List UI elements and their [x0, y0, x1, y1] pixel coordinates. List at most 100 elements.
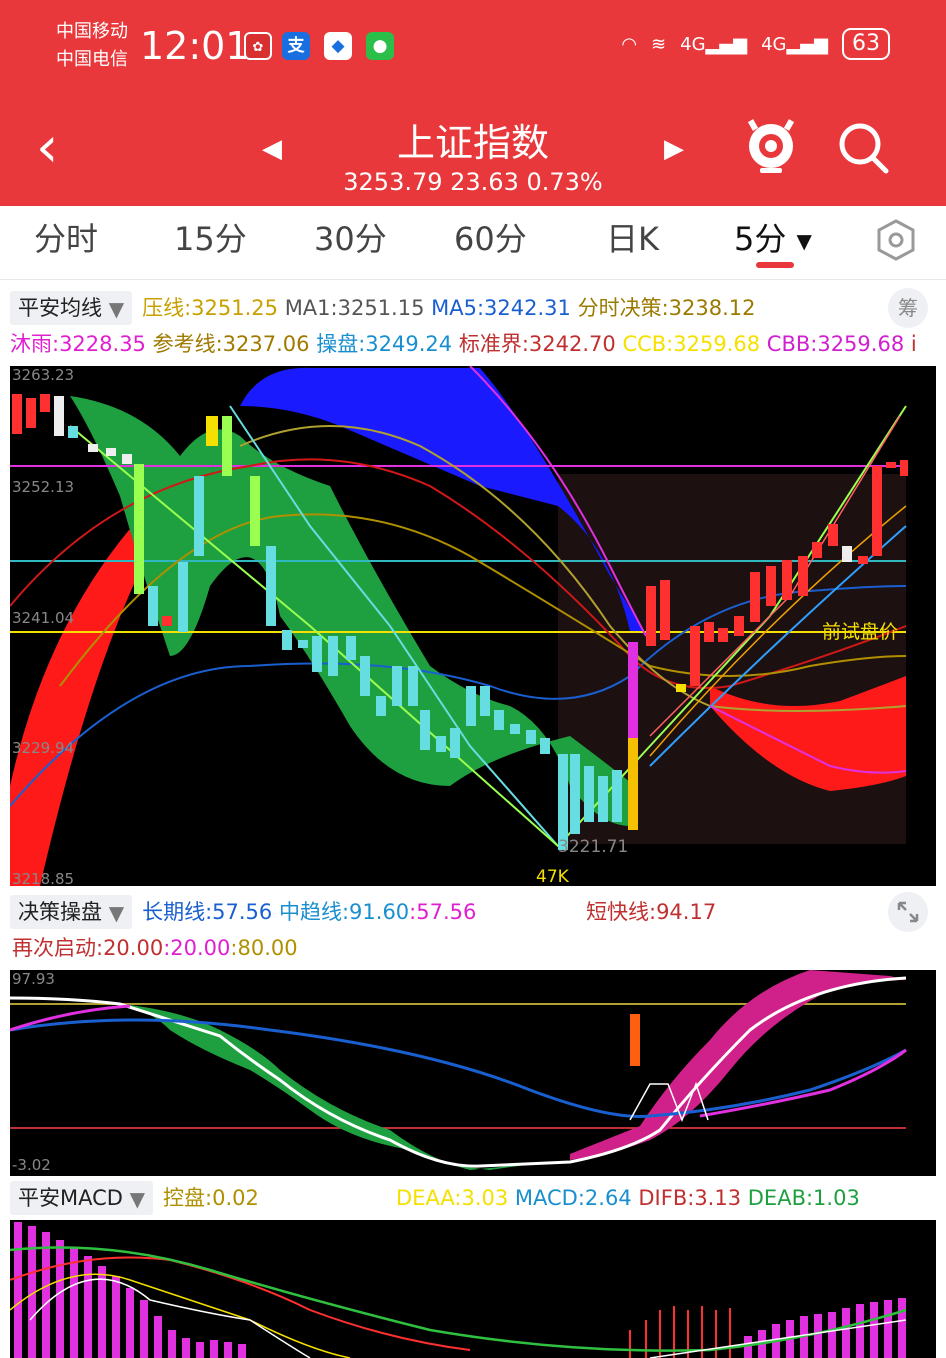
difb-line [10, 1256, 471, 1351]
tab-60min[interactable]: 60分 [454, 214, 527, 260]
macd-bar [814, 1314, 822, 1358]
prev-stock-icon[interactable]: ◀ [262, 134, 282, 164]
system-status: ◠ ≋ 4G▂▄▆ 4G▂▄▆ 63 [621, 28, 890, 60]
macd-bar [14, 1222, 22, 1358]
candle [106, 448, 116, 456]
candle [392, 666, 402, 706]
macd-bar [224, 1342, 232, 1358]
macd-bar [84, 1256, 92, 1358]
macd-chart[interactable] [10, 1220, 936, 1358]
decision-indicator-row-2: 再次启动:20.00:20.00:80.00 [0, 930, 946, 966]
candle [584, 766, 594, 822]
title-bar: 中国移动 中国电信 12:01 ✿ 支 ◆ ● ◠ ≋ 4G▂▄▆ 4G▂▄▆ … [0, 0, 946, 206]
macd-histogram-right [744, 1298, 906, 1358]
macd-bar [898, 1298, 906, 1358]
macd-bar [182, 1338, 190, 1358]
candle [346, 636, 356, 660]
chevron-down-icon: ▼ [108, 297, 125, 321]
decision-chart-svg: 97.93 -3.02 [10, 970, 907, 1174]
period-tabs: 分时 15分 30分 60分 日K 5分 ▼ [0, 206, 946, 280]
candle [858, 556, 868, 564]
carrier-info: 中国移动 中国电信 [56, 18, 128, 74]
candle [612, 770, 622, 822]
candle [842, 546, 852, 562]
candle [540, 738, 550, 754]
macd-selector-label: 平安MACD [18, 1186, 123, 1210]
y-axis-label-5: 3218.85 [12, 870, 74, 886]
macd-values-group: DEAA:3.03 MACD:2.64 DIFB:3.13 DEAB:1.03 [396, 1180, 860, 1216]
ma5-value: MA5:3242.31 [431, 296, 571, 320]
tab-15min[interactable]: 15分 [174, 214, 247, 260]
deab-value: DEAB:1.03 [747, 1186, 860, 1210]
decision-y-bottom-label: -3.02 [12, 1156, 51, 1174]
candle [436, 736, 446, 752]
active-tab-indicator [756, 262, 794, 268]
candle [690, 626, 700, 686]
chevron-down-icon: ▼ [796, 229, 812, 253]
low-price-label: 3221.71 [558, 837, 628, 857]
control-value: 控盘:0.02 [163, 1186, 259, 1210]
ccb-value: CCB:3259.68 [622, 332, 761, 356]
candle [450, 728, 460, 758]
back-icon[interactable]: ‹ [36, 118, 58, 178]
main-kline-chart[interactable]: 3263.23 3252.13 3241.04 3229.94 3218.85 … [10, 366, 936, 886]
formula-button[interactable]: 筹 [888, 288, 928, 328]
tab-timeshare[interactable]: 分时 [34, 214, 98, 260]
signal-bars-icon: ▂▄▆ [705, 33, 748, 55]
macd-bar [70, 1248, 78, 1358]
candle [494, 710, 504, 730]
indicator-selector[interactable]: 平安均线 ▼ [10, 291, 133, 325]
candle [766, 566, 776, 606]
macd-bar [154, 1316, 162, 1358]
cbb-value: CBB:3259.68 [766, 332, 905, 356]
decision-selector-label: 决策操盘 [18, 900, 102, 924]
macd-bar [210, 1340, 218, 1358]
expand-icon[interactable] [888, 892, 928, 932]
assistant-robot-icon[interactable] [744, 116, 798, 174]
decision-chart[interactable]: 97.93 -3.02 [10, 970, 936, 1176]
chevron-down-icon: ▼ [108, 901, 125, 925]
indicator-selector-label: 平安均线 [18, 296, 102, 320]
y-axis-label-1: 3263.23 [12, 366, 74, 384]
candle [900, 460, 908, 476]
page-title: 上证指数 [396, 121, 549, 165]
wechat-app-icon: ● [366, 32, 394, 60]
search-icon[interactable] [836, 118, 892, 178]
network-type-1: 4G [680, 33, 706, 55]
decision-value: 分时决策:3238.12 [577, 296, 756, 320]
macd-selector[interactable]: 平安MACD ▼ [10, 1181, 154, 1215]
macd-bar [56, 1240, 64, 1358]
next-stock-icon[interactable]: ▶ [664, 134, 684, 164]
signal-2: 4G▂▄▆ [761, 34, 828, 55]
candle [558, 754, 568, 850]
signal-1: 4G▂▄▆ [680, 34, 747, 55]
candle [734, 616, 744, 636]
tab-daily-k[interactable]: 日K [606, 214, 659, 260]
candle [40, 394, 50, 412]
candle [598, 776, 608, 822]
trial-price-annotation: 前试盘价 [822, 621, 898, 643]
tab-5min[interactable]: 5分 ▼ [734, 214, 812, 260]
macd-bar [828, 1312, 836, 1358]
huawei-app-icon: ✿ [244, 32, 272, 60]
y-axis-label-2: 3252.13 [12, 478, 74, 496]
candle [88, 444, 98, 452]
mid-trend-b-value: :57.56 [409, 900, 477, 924]
macd-bar [168, 1330, 176, 1358]
candle [750, 572, 760, 622]
restart-v3-value: :80.00 [230, 936, 298, 960]
difb-value: DIFB:3.13 [638, 1186, 742, 1210]
candle [222, 416, 232, 476]
macd-value: MACD:2.64 [514, 1186, 632, 1210]
macd-chart-svg [10, 1222, 907, 1358]
candle [420, 710, 430, 750]
tab-5min-label: 5分 [734, 220, 787, 258]
long-line-value: 长期线:57.56 [142, 900, 273, 924]
alipay-app-icon: 支 [282, 32, 310, 60]
candle [408, 666, 418, 706]
decision-selector[interactable]: 决策操盘 ▼ [10, 895, 133, 929]
tab-30min[interactable]: 30分 [314, 214, 387, 260]
orange-signal-bar [630, 1014, 640, 1066]
decision-y-top-label: 97.93 [12, 970, 55, 988]
settings-hex-icon[interactable] [874, 218, 918, 262]
